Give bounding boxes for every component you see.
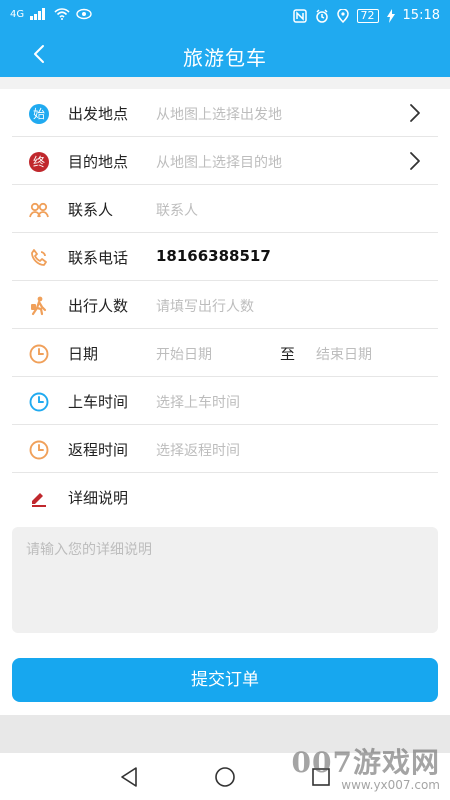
alarm-icon — [315, 8, 328, 23]
charging-icon — [386, 8, 395, 23]
location-icon — [336, 8, 349, 23]
eye-icon — [76, 8, 92, 20]
status-bar: 4G 72 15:18 — [0, 0, 450, 32]
row-date: 日期 开始日期 至 结束日期 — [12, 329, 438, 377]
pickup-time-label: 上车时间 — [68, 393, 129, 411]
phone-label: 联系电话 — [68, 249, 129, 267]
status-time: 15:18 — [402, 8, 440, 23]
clock-icon — [29, 440, 49, 460]
header-spacer — [0, 77, 450, 89]
details-textarea[interactable]: 请输入您的详细说明 — [12, 527, 438, 633]
destination-label: 目的地点 — [68, 153, 129, 171]
app-header: 旅游包车 — [0, 32, 450, 77]
clock-icon — [29, 392, 49, 412]
details-label: 详细说明 — [68, 489, 129, 507]
battery-level-text: 72 — [360, 8, 375, 22]
nav-home-icon[interactable] — [212, 765, 238, 789]
row-details: 详细说明 — [12, 473, 438, 521]
status-left: 4G — [10, 8, 92, 20]
row-travelers: 出行人数 请填写出行人数 — [12, 281, 438, 329]
network-type-text: 4G — [10, 8, 25, 20]
signal-icon — [30, 8, 48, 20]
date-separator: 至 — [280, 345, 296, 363]
start-date-input[interactable]: 开始日期 — [156, 344, 212, 364]
chevron-right-icon[interactable] — [408, 103, 422, 123]
svg-text:始: 始 — [33, 107, 45, 121]
svg-text:终: 终 — [33, 154, 45, 169]
pen-icon — [32, 493, 46, 507]
departure-placeholder: 从地图上选择出发地 — [156, 107, 282, 123]
departure-label: 出发地点 — [68, 105, 129, 123]
end-date-input[interactable]: 结束日期 — [316, 344, 372, 364]
start-badge-icon: 始 — [29, 104, 49, 124]
watermark: 007游戏网 www.yx007.com — [292, 741, 440, 792]
return-time-label: 返程时间 — [68, 441, 129, 459]
traveler-icon — [31, 296, 47, 316]
row-pickup-time: 上车时间 选择上车时间 — [12, 377, 438, 425]
pickup-time-input[interactable]: 选择上车时间 — [156, 392, 240, 412]
status-right: 72 15:18 — [292, 8, 440, 23]
contact-label: 联系人 — [68, 201, 114, 219]
page-title: 旅游包车 — [183, 46, 267, 70]
row-contact: 联系人 联系人 — [12, 185, 438, 233]
date-label: 日期 — [68, 345, 99, 363]
system-nav-bar: 007游戏网 www.yx007.com — [0, 746, 450, 800]
row-phone: 联系电话 18166388517 — [12, 233, 438, 281]
row-return-time: 返程时间 选择返程时间 — [12, 425, 438, 473]
chevron-right-icon[interactable] — [408, 151, 422, 171]
battery-indicator: 72 — [356, 8, 379, 23]
row-departure[interactable]: 始 出发地点 从地图上选择出发地 — [12, 89, 438, 137]
nfc-icon — [292, 8, 307, 23]
row-destination[interactable]: 终 目的地点 从地图上选择目的地 — [12, 137, 438, 185]
submit-order-button[interactable]: 提交订单 — [12, 658, 438, 702]
contact-input[interactable]: 联系人 — [156, 200, 198, 220]
destination-placeholder: 从地图上选择目的地 — [156, 155, 282, 171]
return-time-input[interactable]: 选择返程时间 — [156, 440, 240, 460]
travelers-label: 出行人数 — [68, 297, 129, 315]
clock-icon — [29, 344, 49, 364]
wifi-icon — [54, 8, 70, 20]
charter-form: 始 出发地点 从地图上选择出发地 终 目的地点 从地图上选择目的地 联系人 联系… — [0, 89, 450, 715]
nav-back-icon[interactable] — [116, 765, 142, 789]
phone-input[interactable]: 18166388517 — [156, 247, 271, 265]
watermark-brand: 007游戏网 — [291, 746, 440, 779]
travelers-input[interactable]: 请填写出行人数 — [156, 296, 254, 316]
phone-icon — [31, 249, 47, 266]
contacts-icon — [29, 202, 49, 218]
end-badge-icon: 终 — [29, 152, 49, 172]
